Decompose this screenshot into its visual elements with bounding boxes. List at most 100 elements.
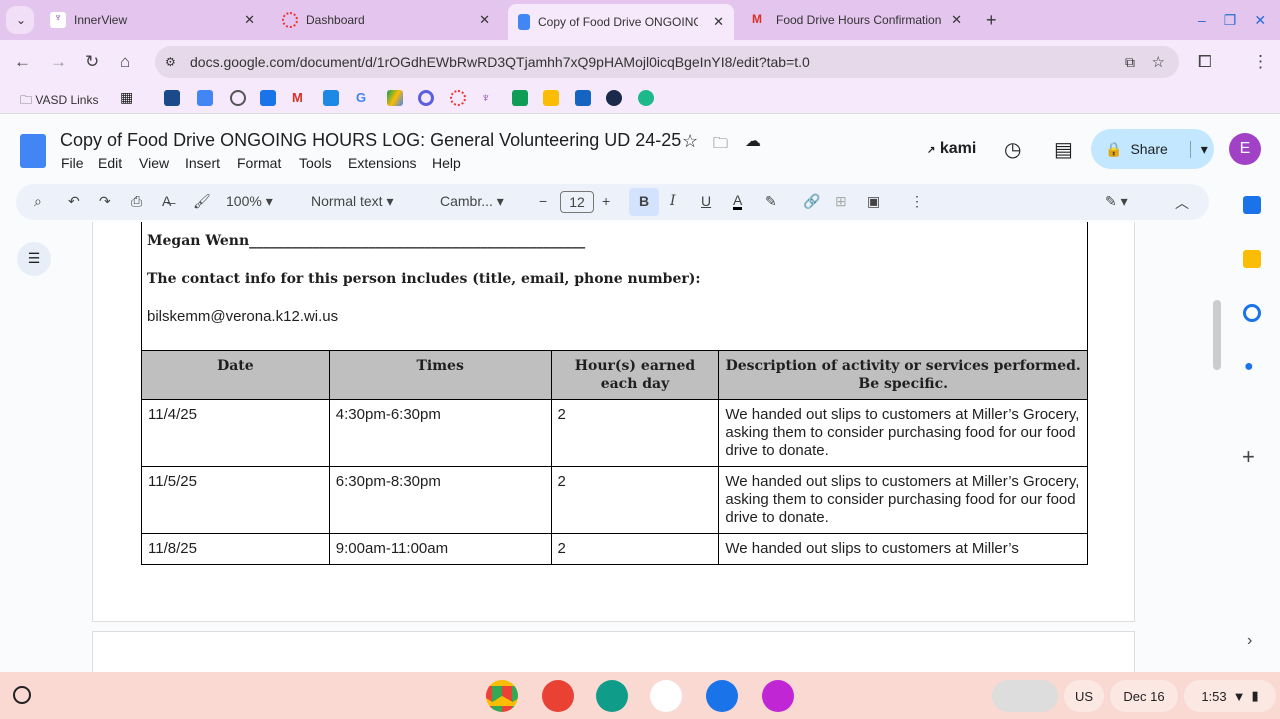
close-window-icon[interactable]: ✕ (1254, 12, 1266, 29)
play-store-icon[interactable] (650, 680, 682, 712)
launcher-icon[interactable] (13, 686, 31, 704)
zoom-select[interactable]: 100% ▾ (226, 193, 273, 210)
editing-mode-icon[interactable]: ✎ ▾ (1105, 193, 1128, 210)
restore-icon[interactable]: ❐ (1224, 12, 1237, 29)
bookmark-sis-icon[interactable] (164, 90, 180, 106)
files-icon[interactable] (706, 680, 738, 712)
italic-button[interactable]: I (670, 193, 676, 209)
bookmark-pt-icon[interactable] (323, 90, 339, 106)
gallery-icon[interactable] (762, 680, 794, 712)
version-history-icon[interactable]: ◷ (1004, 137, 1021, 162)
decrease-font-size-icon[interactable]: − (539, 193, 547, 209)
document-title[interactable]: Copy of Food Drive ONGOING HOURS LOG: Ge… (60, 130, 681, 151)
font-size-input[interactable]: 12 (560, 191, 594, 213)
close-icon[interactable]: ✕ (244, 12, 255, 28)
apps-grid-icon[interactable]: ▦ (120, 89, 133, 106)
back-icon[interactable]: ← (14, 52, 31, 72)
search-icon[interactable]: ⌕ (34, 193, 42, 210)
bookmark-dashboard-icon[interactable] (450, 90, 466, 106)
keep-icon[interactable] (1243, 250, 1261, 268)
font-select[interactable]: Cambr... ▾ (440, 193, 504, 210)
add-comment-icon[interactable]: ⊞ (835, 193, 847, 210)
close-icon[interactable]: ✕ (479, 12, 490, 28)
add-addon-icon[interactable]: + (1242, 444, 1255, 470)
undo-icon[interactable]: ↶ (68, 193, 80, 210)
address-bar[interactable]: docs.google.com/document/d/1rOGdhEWbRwRD… (155, 46, 1179, 78)
menu-tools[interactable]: Tools (299, 155, 332, 171)
bold-button[interactable]: B (629, 188, 659, 216)
scrollbar[interactable] (1213, 300, 1221, 370)
holding-space-thumbnails[interactable] (992, 680, 1058, 712)
style-select[interactable]: Normal text ▾ (311, 193, 394, 210)
new-tab-button[interactable]: + (976, 6, 1007, 34)
extensions-icon[interactable]: ⧠ (1198, 52, 1212, 72)
minimize-icon[interactable]: – (1198, 12, 1206, 28)
text-color-button[interactable]: A (733, 193, 743, 210)
install-app-icon[interactable]: ⧉ (1125, 54, 1135, 71)
browser-menu-icon[interactable]: ⋮ (1252, 52, 1269, 72)
menu-file[interactable]: File (61, 155, 84, 171)
close-icon[interactable]: ✕ (713, 14, 724, 30)
home-icon[interactable]: ⌂ (120, 52, 130, 72)
bookmark-app-icon[interactable] (575, 90, 591, 106)
bookmark-shield-icon[interactable] (230, 90, 246, 106)
outline-icon[interactable]: ☰ (17, 242, 51, 276)
bookmark-folder-vasd-links[interactable]: 🗀 VASD Links (20, 91, 98, 112)
highlight-icon[interactable]: ✎ (765, 193, 777, 210)
redo-icon[interactable]: ↷ (99, 193, 111, 210)
site-info-icon[interactable]: ⚙ (165, 55, 176, 69)
bookmark-innerview-icon[interactable]: ♆ (481, 90, 497, 106)
share-dropdown-icon[interactable]: ▾ (1189, 140, 1208, 158)
insert-link-icon[interactable]: 🔗 (803, 193, 820, 210)
bookmark-drive-icon[interactable] (387, 90, 403, 106)
spellcheck-icon[interactable]: A̶ (162, 193, 171, 209)
insert-image-icon[interactable]: ▣ (867, 193, 880, 210)
menu-extensions[interactable]: Extensions (348, 155, 416, 171)
bookmark-slides-icon[interactable] (543, 90, 559, 106)
menu-edit[interactable]: Edit (98, 155, 122, 171)
move-folder-icon[interactable]: 🗀 (713, 133, 728, 158)
tasks-icon[interactable] (1243, 304, 1261, 322)
tab-google-doc[interactable]: Copy of Food Drive ONGOING H ✕ (508, 4, 734, 40)
increase-font-size-icon[interactable]: + (602, 193, 610, 209)
bookmark-star-icon[interactable]: ☆ (1152, 53, 1165, 71)
bookmark-ptw-icon[interactable] (606, 90, 622, 106)
cloud-status-icon[interactable]: ☁ (745, 131, 761, 151)
docs-logo-icon[interactable] (20, 134, 46, 168)
date-indicator[interactable]: Dec 16 (1110, 680, 1178, 712)
more-options-icon[interactable]: ⋮ (910, 193, 924, 210)
tab-innerview[interactable]: ♆ InnerView ✕ (40, 6, 265, 34)
underline-button[interactable]: U (701, 193, 711, 209)
tab-search-button[interactable]: ⌄ (6, 6, 34, 34)
share-button[interactable]: 🔒 Share ▾ (1091, 129, 1214, 169)
tab-gmail[interactable]: M Food Drive Hours Confirmation ✕ (742, 6, 972, 34)
system-tray[interactable]: 1:53 ▼ ▮ (1184, 680, 1276, 712)
tab-dashboard[interactable]: Dashboard ✕ (272, 6, 500, 34)
account-avatar[interactable]: E (1229, 133, 1261, 165)
bookmark-q-icon[interactable] (418, 90, 434, 106)
chrome-icon[interactable] (486, 680, 518, 712)
bookmark-sheets-icon[interactable] (512, 90, 528, 106)
menu-insert[interactable]: Insert (185, 155, 220, 171)
collapse-menus-icon[interactable]: ︿ (1175, 193, 1189, 213)
paint-format-icon[interactable]: 🖌 (193, 193, 211, 210)
bookmark-check-icon[interactable] (638, 90, 654, 106)
bookmark-docs-icon[interactable] (197, 90, 213, 106)
close-icon[interactable]: ✕ (951, 12, 962, 28)
calendar-icon[interactable] (1243, 196, 1261, 214)
menu-format[interactable]: Format (237, 155, 281, 171)
forward-icon[interactable]: → (50, 52, 67, 72)
menu-help[interactable]: Help (432, 155, 461, 171)
comments-icon[interactable]: ▤ (1054, 137, 1073, 162)
canvas-icon[interactable] (542, 680, 574, 712)
bookmark-calendar-icon[interactable] (260, 90, 276, 106)
print-icon[interactable]: ⎙ (131, 193, 142, 210)
star-icon[interactable]: ☆ (682, 131, 698, 152)
bookmark-gmail-icon[interactable]: M (292, 90, 308, 106)
language-indicator[interactable]: US (1064, 680, 1104, 712)
menu-view[interactable]: View (139, 155, 169, 171)
reload-icon[interactable]: ↻ (85, 52, 99, 72)
bookmark-google-icon[interactable]: G (356, 90, 372, 106)
expand-panel-icon[interactable]: › (1247, 632, 1252, 650)
kami-button[interactable]: ↗ kami (927, 140, 976, 158)
